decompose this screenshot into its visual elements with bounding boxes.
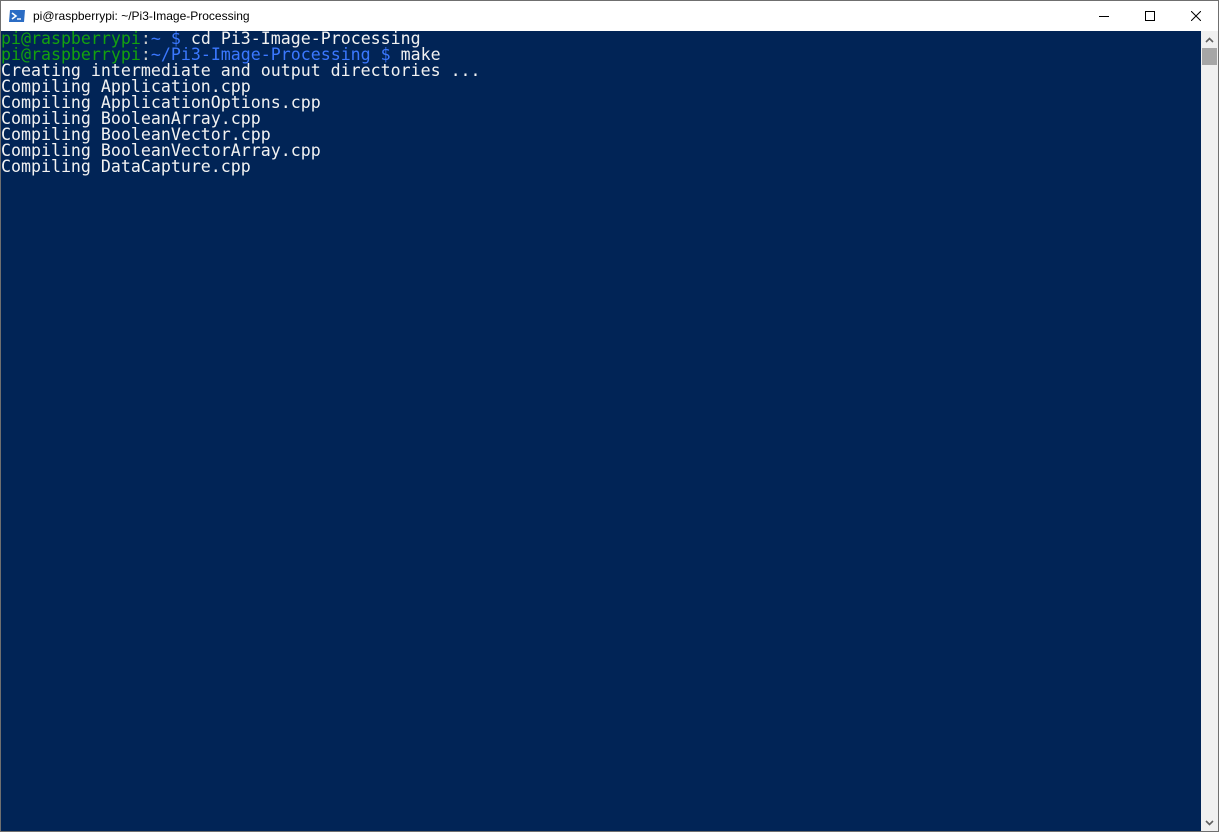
- minimize-icon: [1099, 16, 1109, 17]
- maximize-icon: [1145, 11, 1155, 21]
- terminal-output[interactable]: pi@raspberrypi:~ $ cd Pi3-Image-Processi…: [1, 31, 1201, 831]
- terminal-window: pi@raspberrypi: ~/Pi3-Image-Processing p…: [0, 0, 1219, 832]
- powershell-icon: [9, 8, 25, 24]
- vertical-scrollbar[interactable]: [1201, 31, 1218, 831]
- scrollbar-thumb[interactable]: [1202, 48, 1217, 65]
- minimize-button[interactable]: [1081, 1, 1127, 31]
- close-icon: [1191, 11, 1201, 21]
- maximize-button[interactable]: [1127, 1, 1173, 31]
- chevron-down-icon: [1205, 819, 1214, 826]
- chevron-up-icon: [1205, 36, 1214, 43]
- close-button[interactable]: [1173, 1, 1219, 31]
- scroll-down-button[interactable]: [1201, 814, 1218, 831]
- window-title: pi@raspberrypi: ~/Pi3-Image-Processing: [33, 9, 250, 23]
- output-line: Compiling DataCapture.cpp: [1, 157, 251, 176]
- scroll-up-button[interactable]: [1201, 31, 1218, 48]
- title-bar[interactable]: pi@raspberrypi: ~/Pi3-Image-Processing: [1, 1, 1218, 31]
